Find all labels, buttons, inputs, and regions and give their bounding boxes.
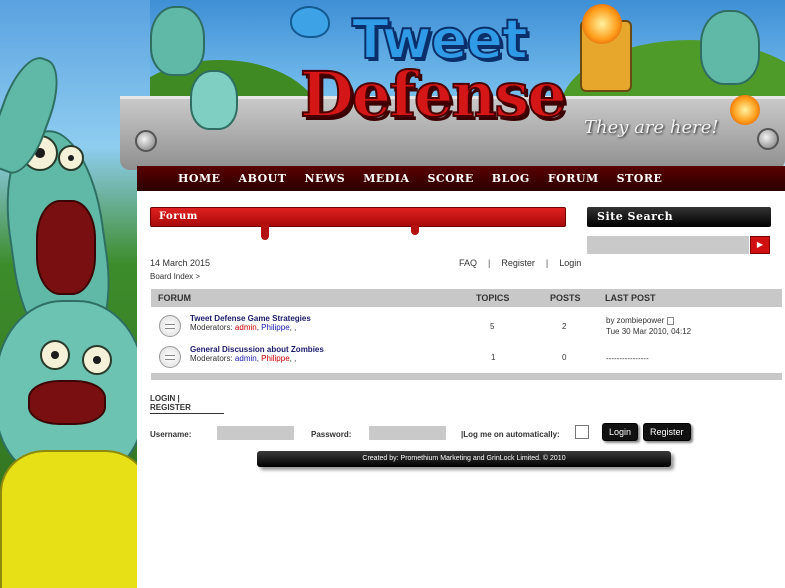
tagline: They are here! [584, 117, 719, 138]
auto-login-checkbox[interactable] [575, 425, 589, 439]
moderators-label: Moderators: [190, 354, 233, 363]
moderators: Moderators: admin, Philippe, , [190, 323, 296, 332]
play-arrow-icon: ▶ [756, 240, 764, 249]
forum-table-header: FORUM TOPICS POSTS LAST POST [151, 289, 782, 307]
moderators-label: Moderators: [190, 323, 233, 332]
view-post-icon[interactable] [667, 316, 675, 325]
header-zombie [700, 10, 760, 85]
login-form: Username: Password: |Log me on automatic… [150, 423, 770, 446]
nav-about[interactable]: About [239, 172, 287, 185]
forum-title-link[interactable]: General Discussion about Zombies [190, 345, 324, 354]
topics-count: 5 [490, 322, 495, 331]
table-row: General Discussion about Zombies Moderat… [151, 342, 782, 372]
trailing-comma: , [294, 323, 297, 332]
last-post: by zombiepower Tue 30 Mar 2010, 04:12 [606, 315, 691, 337]
site-search-banner: Site Search [587, 207, 771, 227]
bolt-icon [757, 128, 779, 150]
zombie-mouth [36, 200, 96, 295]
link-separator: | [545, 258, 549, 268]
password-field[interactable] [369, 426, 446, 440]
link-separator: | [488, 258, 491, 268]
forum-title-link[interactable]: Tweet Defense Game Strategies [190, 314, 311, 323]
login-button[interactable]: Login [602, 423, 639, 441]
faq-link[interactable]: FAQ [459, 258, 477, 268]
last-post-time: Tue 30 Mar 2010, 04:12 [606, 327, 692, 336]
username-field[interactable] [217, 426, 294, 440]
bolt-icon [135, 130, 157, 152]
header-zombie [150, 6, 205, 76]
forum-read-icon [159, 346, 181, 368]
moderator-link[interactable]: Philippe [261, 323, 289, 332]
table-row: Tweet Defense Game Strategies Moderators… [151, 311, 782, 341]
zombie-eye [40, 340, 70, 370]
moderator-link[interactable]: Philippe [261, 354, 289, 363]
section-title-banner: Forum [150, 207, 566, 240]
blood-drip [411, 225, 419, 235]
section-title: Forum [159, 211, 198, 222]
zombie-shirt [0, 450, 150, 588]
forum-table-footer [151, 373, 782, 380]
topics-count: 1 [491, 353, 496, 362]
username-label: Username: [150, 430, 192, 439]
posts-count: 0 [562, 353, 567, 362]
column-posts: POSTS [550, 293, 581, 303]
zombie-artwork [0, 0, 150, 588]
fireball [582, 4, 622, 44]
breadcrumb[interactable]: Board Index > [150, 272, 200, 281]
nav-media[interactable]: Media [363, 172, 409, 185]
login-link[interactable]: Login [559, 258, 581, 268]
column-topics: TOPICS [476, 293, 510, 303]
zombie-mouth [28, 380, 106, 425]
password-label: Password: [311, 430, 352, 439]
footer-credits: Created by: Promethium Marketing and Gri… [257, 451, 671, 467]
blood-drip [261, 224, 269, 240]
register-button[interactable]: Register [643, 423, 691, 441]
login-heading-line: LOGIN | [150, 394, 180, 403]
fireball [730, 95, 760, 125]
forum-read-icon [159, 315, 181, 337]
bird-icon [290, 6, 330, 38]
search-input[interactable] [587, 236, 749, 254]
baby-zombie [190, 70, 238, 130]
moderator-link[interactable]: admin [235, 354, 257, 363]
posts-count: 2 [562, 322, 567, 331]
main-nav: Home About News Media Score Blog Forum S… [137, 166, 785, 191]
nav-blog[interactable]: Blog [492, 172, 530, 185]
zombie-eye [82, 345, 112, 375]
site-search-title: Site Search [597, 210, 674, 223]
auto-login-label: |Log me on automatically: [461, 430, 560, 439]
trailing-comma: , [294, 354, 297, 363]
zombie-eye [58, 145, 84, 171]
column-last-post: LAST POST [605, 293, 656, 303]
last-post-author: ---------------- [606, 354, 649, 363]
login-register-heading: LOGIN | REGISTER [150, 394, 224, 414]
search-button[interactable]: ▶ [750, 236, 770, 254]
top-links: FAQ | Register | Login [459, 258, 581, 268]
nav-store[interactable]: Store [617, 172, 663, 185]
nav-score[interactable]: Score [427, 172, 473, 185]
last-post-author[interactable]: by zombiepower [606, 316, 664, 325]
column-forum: FORUM [158, 293, 191, 303]
register-link[interactable]: Register [501, 258, 535, 268]
current-date: 14 March 2015 [150, 258, 211, 268]
last-post: ---------------- [606, 353, 649, 364]
register-heading-line: REGISTER [150, 403, 191, 412]
main-content: Forum Site Search ▶ 14 March 2015 FAQ | … [137, 191, 785, 588]
nav-news[interactable]: News [304, 172, 345, 185]
logo-defense: Defense [299, 57, 568, 132]
nav-forum[interactable]: Forum [548, 172, 599, 185]
moderators: Moderators: admin, Philippe, , [190, 354, 296, 363]
nav-home[interactable]: Home [178, 172, 221, 185]
moderator-link[interactable]: admin [235, 323, 257, 332]
